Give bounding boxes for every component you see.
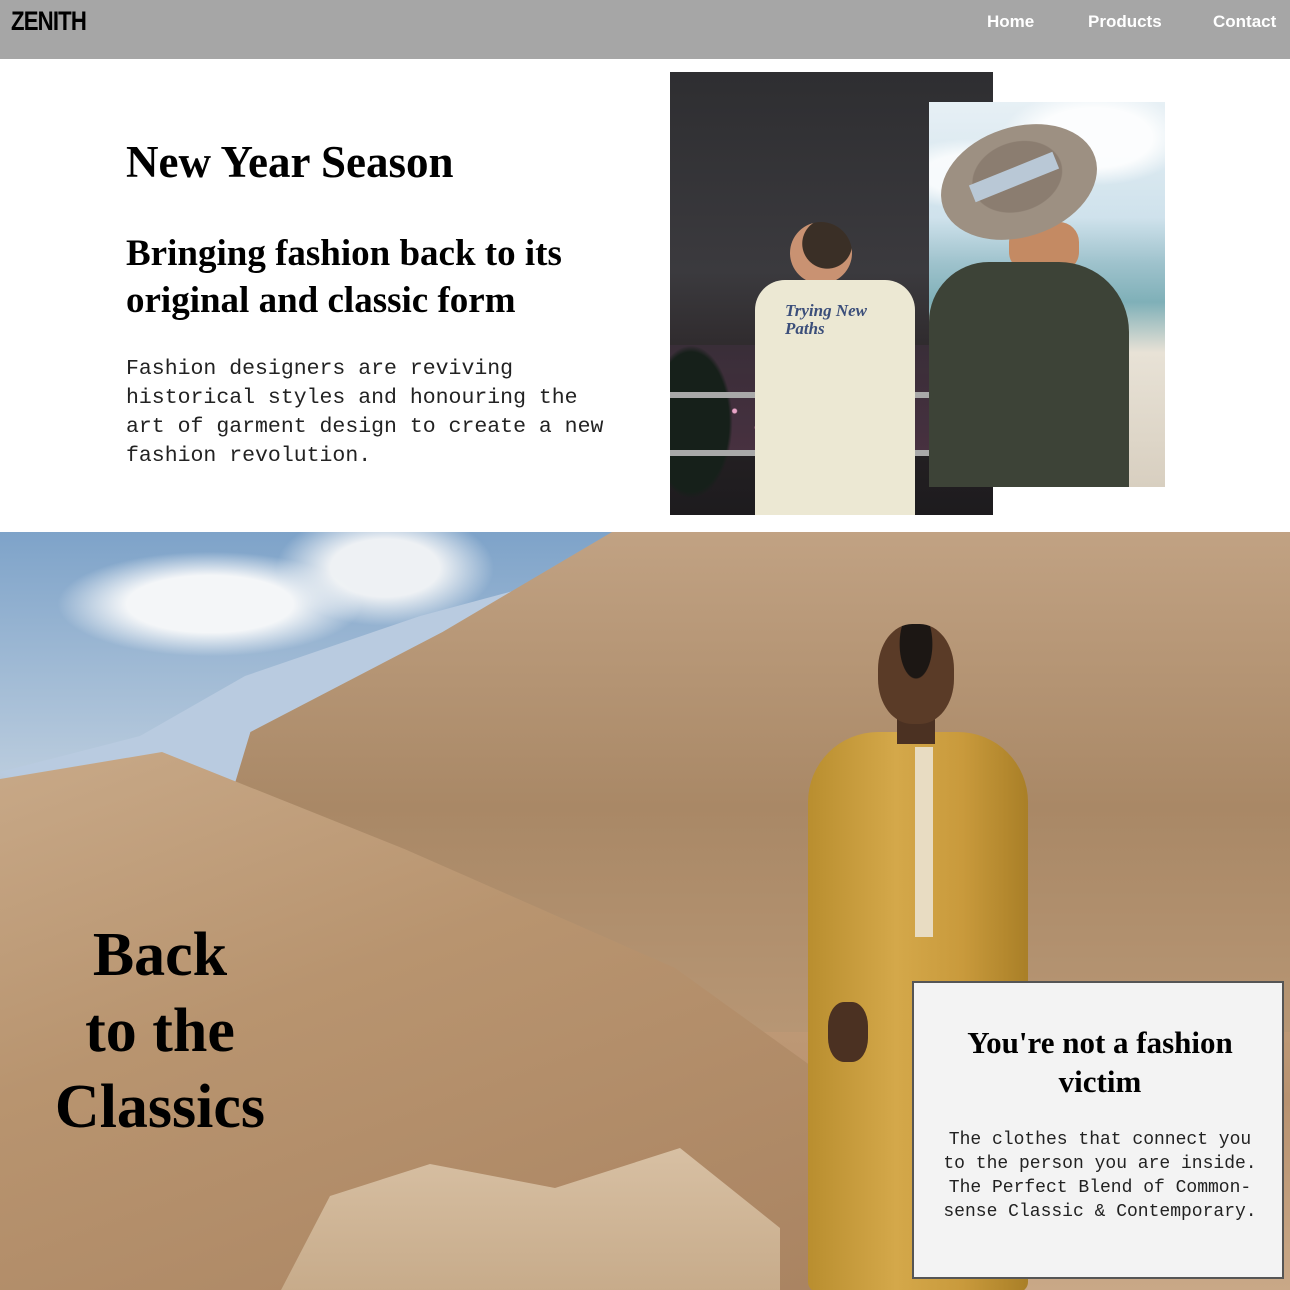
classics-title-line-2: to the: [85, 997, 235, 1065]
nav-link-contact[interactable]: Contact: [1213, 12, 1276, 32]
tree-silhouette: [670, 332, 740, 512]
man-head: [878, 624, 954, 724]
classics-title-line-1: Back: [92, 921, 228, 989]
hero-photo-beach: [929, 102, 1165, 487]
hero-description: Fashion designers are reviving historica…: [126, 357, 604, 468]
card-title: You're not a fashion victim: [967, 1025, 1233, 1099]
navbar: ZENITH Home Products Contact: [0, 0, 1290, 59]
info-card: You're not a fashion victim The clothes …: [912, 981, 1284, 1279]
robe-trim: [915, 747, 933, 937]
classics-title-line-3: Classics: [54, 1073, 266, 1141]
site-logo[interactable]: ZENITH: [11, 6, 87, 37]
person-head: [790, 222, 852, 284]
shirt-print: Trying New Paths: [785, 301, 868, 338]
person-shirt: [929, 262, 1129, 487]
nav-link-home[interactable]: Home: [987, 12, 1034, 32]
classics-title: Back to the Classics: [30, 917, 290, 1145]
person-tshirt: Trying New Paths: [755, 280, 915, 515]
hero-title: New Year Season: [126, 137, 454, 187]
hero-subtitle: Bringing fashion back to its original an…: [126, 233, 562, 321]
man-hand: [828, 1002, 868, 1062]
classics-section: Back to the Classics You're not a fashio…: [0, 532, 1290, 1290]
nav-link-products[interactable]: Products: [1088, 12, 1162, 32]
card-text: The clothes that connect you to the pers…: [943, 1130, 1257, 1222]
